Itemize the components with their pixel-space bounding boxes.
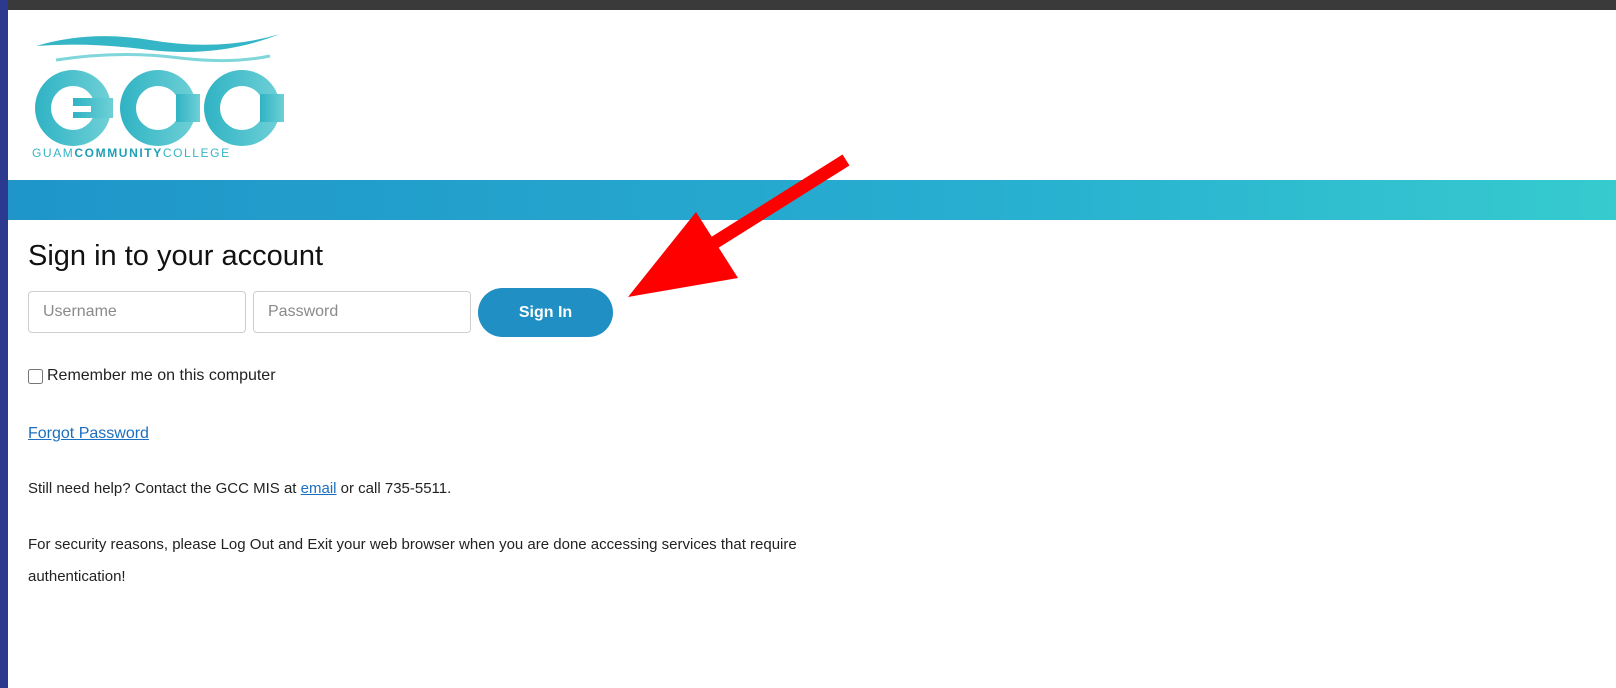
logo-wordmark: GUAMCOMMUNITYCOLLEGE	[32, 146, 231, 160]
page-title: Sign in to your account	[28, 240, 324, 272]
security-notice: For security reasons, please Log Out and…	[28, 536, 797, 585]
forgot-password-link[interactable]: Forgot Password	[28, 425, 149, 443]
remember-me[interactable]: Remember me on this computer	[28, 367, 276, 385]
login-page: GUAMCOMMUNITYCOLLEGE Sign in to your acc…	[8, 10, 1616, 688]
help-text: Still need help? Contact the GCC MIS at …	[28, 480, 452, 497]
password-input[interactable]	[253, 291, 471, 333]
window-left-frame	[0, 0, 8, 688]
window-top-frame	[0, 0, 1616, 10]
sign-in-button[interactable]: Sign In	[478, 288, 613, 337]
email-link[interactable]: email	[301, 480, 337, 497]
remember-me-checkbox[interactable]	[28, 368, 43, 384]
username-input[interactable]	[28, 291, 246, 333]
header-banner	[8, 180, 1616, 220]
remember-me-label: Remember me on this computer	[47, 367, 276, 384]
